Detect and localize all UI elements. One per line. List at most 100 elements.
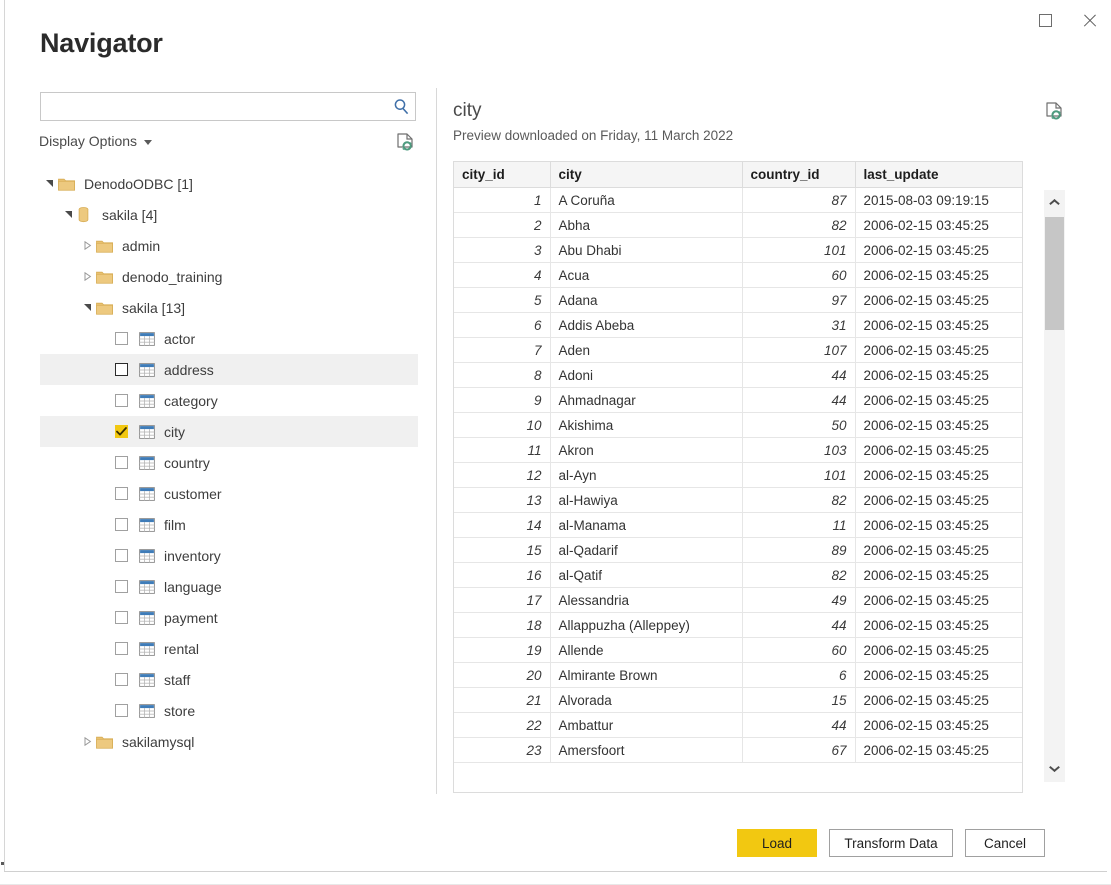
tree-expander-closed-icon[interactable]: [78, 737, 96, 746]
folder-icon: [96, 239, 113, 253]
table-row[interactable]: 23Amersfoort672006-02-15 03:45:25: [454, 738, 1022, 763]
folder-icon: [96, 270, 113, 284]
tree-item-staff[interactable]: staff: [40, 664, 418, 695]
tree-item-sakilamysql[interactable]: sakilamysql: [40, 726, 418, 757]
checkbox-actor[interactable]: [115, 332, 128, 345]
checkbox-payment[interactable]: [115, 611, 128, 624]
load-button[interactable]: Load: [737, 829, 817, 857]
scroll-down-button[interactable]: [1044, 759, 1065, 780]
cell-country_id: 97: [742, 288, 855, 313]
cell-country_id: 89: [742, 538, 855, 563]
cancel-button[interactable]: Cancel: [965, 829, 1045, 857]
table-row[interactable]: 2Abha822006-02-15 03:45:25: [454, 213, 1022, 238]
table-row[interactable]: 10Akishima502006-02-15 03:45:25: [454, 413, 1022, 438]
table-row[interactable]: 20Almirante Brown62006-02-15 03:45:25: [454, 663, 1022, 688]
preview-vertical-scrollbar[interactable]: [1044, 190, 1065, 782]
cell-last_update: 2006-02-15 03:45:25: [855, 563, 1022, 588]
column-header-city_id[interactable]: city_id: [454, 162, 550, 188]
cell-city: al-Manama: [550, 513, 742, 538]
cell-city: Allappuzha (Alleppey): [550, 613, 742, 638]
chevron-down-icon: [144, 140, 152, 145]
checkbox-inventory[interactable]: [115, 549, 128, 562]
tree-item-sakila-schema[interactable]: sakila [13]: [40, 292, 418, 323]
cell-last_update: 2006-02-15 03:45:25: [855, 613, 1022, 638]
checkbox-country[interactable]: [115, 456, 128, 469]
table-row[interactable]: 11Akron1032006-02-15 03:45:25: [454, 438, 1022, 463]
search-icon[interactable]: [387, 93, 415, 120]
table-row[interactable]: 3Abu Dhabi1012006-02-15 03:45:25: [454, 238, 1022, 263]
tree-item-payment[interactable]: payment: [40, 602, 418, 633]
table-row[interactable]: 13al-Hawiya822006-02-15 03:45:25: [454, 488, 1022, 513]
maximize-button[interactable]: [1023, 0, 1067, 40]
table-row[interactable]: 9Ahmadnagar442006-02-15 03:45:25: [454, 388, 1022, 413]
search-input[interactable]: [41, 93, 387, 120]
table-row[interactable]: 7Aden1072006-02-15 03:45:25: [454, 338, 1022, 363]
column-header-country_id[interactable]: country_id: [742, 162, 855, 188]
table-row[interactable]: 17Alessandria492006-02-15 03:45:25: [454, 588, 1022, 613]
resize-grip[interactable]: [1, 862, 4, 865]
search-box[interactable]: [40, 92, 416, 121]
table-row[interactable]: 16al-Qatif822006-02-15 03:45:25: [454, 563, 1022, 588]
checkbox-address[interactable]: [115, 363, 128, 376]
table-row[interactable]: 19Allende602006-02-15 03:45:25: [454, 638, 1022, 663]
tree-item-address[interactable]: address: [40, 354, 418, 385]
table-row[interactable]: 15al-Qadarif892006-02-15 03:45:25: [454, 538, 1022, 563]
tree-item-rental[interactable]: rental: [40, 633, 418, 664]
scrollbar-thumb[interactable]: [1045, 217, 1064, 330]
tree-item-customer[interactable]: customer: [40, 478, 418, 509]
checkbox-language[interactable]: [115, 580, 128, 593]
tree-item-category[interactable]: category: [40, 385, 418, 416]
table-row[interactable]: 12al-Ayn1012006-02-15 03:45:25: [454, 463, 1022, 488]
tree-expander-open-icon[interactable]: [59, 210, 77, 219]
tree-item-actor[interactable]: actor: [40, 323, 418, 354]
tree-item-city[interactable]: city: [40, 416, 418, 447]
table-row[interactable]: 21Alvorada152006-02-15 03:45:25: [454, 688, 1022, 713]
column-header-city[interactable]: city: [550, 162, 742, 188]
tree-item-inventory[interactable]: inventory: [40, 540, 418, 571]
checkbox-film[interactable]: [115, 518, 128, 531]
panel-splitter[interactable]: [436, 88, 437, 794]
tree-expander-open-icon[interactable]: [40, 179, 58, 188]
preview-refresh-icon[interactable]: [1045, 102, 1064, 128]
table-icon: [139, 642, 155, 656]
table-row[interactable]: 18Allappuzha (Alleppey)442006-02-15 03:4…: [454, 613, 1022, 638]
table-row[interactable]: 14al-Manama112006-02-15 03:45:25: [454, 513, 1022, 538]
cell-city_id: 21: [454, 688, 550, 713]
cell-last_update: 2006-02-15 03:45:25: [855, 213, 1022, 238]
checkbox-staff[interactable]: [115, 673, 128, 686]
table-row[interactable]: 4Acua602006-02-15 03:45:25: [454, 263, 1022, 288]
tree-item-country[interactable]: country: [40, 447, 418, 478]
checkbox-customer[interactable]: [115, 487, 128, 500]
tree-item-denodo_training[interactable]: denodo_training: [40, 261, 418, 292]
table-icon: [139, 394, 155, 408]
cell-last_update: 2006-02-15 03:45:25: [855, 288, 1022, 313]
checkbox-rental[interactable]: [115, 642, 128, 655]
table-row[interactable]: 8Adoni442006-02-15 03:45:25: [454, 363, 1022, 388]
table-row[interactable]: 22Ambattur442006-02-15 03:45:25: [454, 713, 1022, 738]
scroll-up-button[interactable]: [1044, 192, 1065, 213]
checkbox-city[interactable]: [115, 425, 128, 438]
refresh-document-icon[interactable]: [396, 133, 415, 159]
tree-item-denodoodbc[interactable]: DenodoODBC [1]: [40, 168, 418, 199]
tree-item-label: sakila [13]: [115, 300, 185, 316]
cell-city_id: 20: [454, 663, 550, 688]
column-header-last_update[interactable]: last_update: [855, 162, 1022, 188]
close-button[interactable]: [1067, 0, 1111, 40]
tree-expander-open-icon[interactable]: [78, 303, 96, 312]
tree-item-sakila-db[interactable]: sakila [4]: [40, 199, 418, 230]
table-row[interactable]: 5Adana972006-02-15 03:45:25: [454, 288, 1022, 313]
tree-expander-closed-icon[interactable]: [78, 272, 96, 281]
tree-item-store[interactable]: store: [40, 695, 418, 726]
tree-expander-closed-icon[interactable]: [78, 241, 96, 250]
tree-item-film[interactable]: film: [40, 509, 418, 540]
table-row[interactable]: 1A Coruña872015-08-03 09:19:15: [454, 188, 1022, 213]
transform-data-button[interactable]: Transform Data: [829, 829, 953, 857]
table-row[interactable]: 6Addis Abeba312006-02-15 03:45:25: [454, 313, 1022, 338]
checkbox-category[interactable]: [115, 394, 128, 407]
cell-last_update: 2006-02-15 03:45:25: [855, 663, 1022, 688]
tree-item-language[interactable]: language: [40, 571, 418, 602]
checkbox-store[interactable]: [115, 704, 128, 717]
tree-item-admin[interactable]: admin: [40, 230, 418, 261]
display-options-dropdown[interactable]: Display Options: [39, 133, 152, 149]
tree-item-label: sakila [4]: [95, 207, 157, 223]
